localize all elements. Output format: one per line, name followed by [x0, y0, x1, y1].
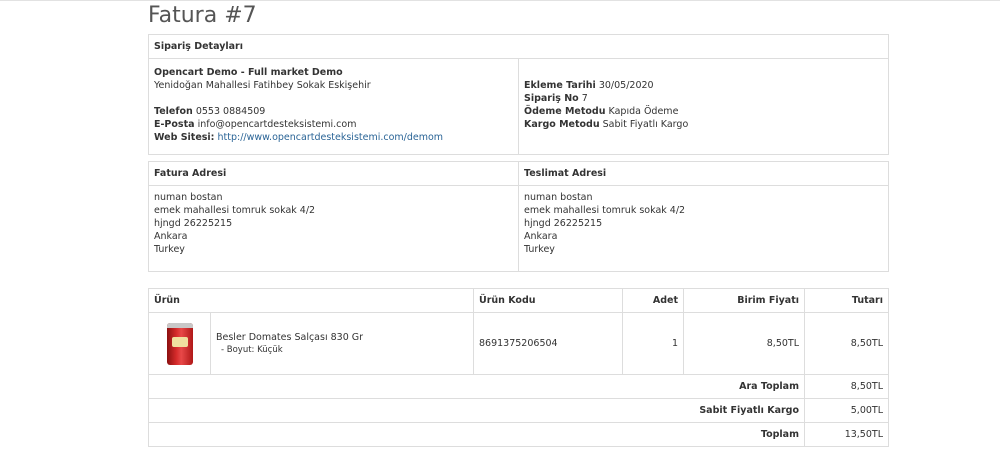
order-details-heading: Sipariş Detayları [147, 34, 890, 59]
payment-address-line: hjngd 26225215 [154, 218, 233, 229]
payment-address-cell: numan bostan emek mahallesi tomruk sokak… [148, 185, 519, 272]
product-option: - Boyut: Küçük [221, 344, 283, 355]
email-label: E-Posta [154, 119, 195, 130]
order-meta-cell: Ekleme Tarihi 30/05/2020 Sipariş No 7 Öd… [517, 58, 890, 155]
payment-address-line: emek mahallesi tomruk sokak 4/2 [154, 205, 316, 216]
date-added-label: Ekleme Tarihi [524, 80, 596, 91]
product-thumbnail-cell [148, 312, 211, 375]
totals-row-grand-total: Toplam 13,50TL [148, 422, 889, 447]
unit-price-column-header: Birim Fiyatı [683, 288, 805, 313]
top-divider [0, 0, 1000, 1]
product-model: 8691375206504 [473, 312, 623, 375]
shipping-cost-value: 5,00TL [804, 398, 889, 423]
grand-total-value: 13,50TL [804, 422, 889, 447]
store-name: Opencart Demo - Full market Demo [154, 67, 343, 78]
quantity-column-header: Adet [622, 288, 684, 313]
website-link[interactable]: http://www.opencartdesteksistemi.com/dem… [218, 132, 444, 143]
order-details-table: Sipariş Detayları Opencart Demo - Full m… [147, 34, 890, 155]
shipping-address-line: emek mahallesi tomruk sokak 4/2 [524, 205, 686, 216]
grand-total-label: Toplam [760, 429, 799, 440]
subtotal-label: Ara Toplam [739, 381, 799, 392]
phone-label: Telefon [154, 106, 193, 117]
shipping-address-line: Ankara [524, 231, 558, 242]
shipping-address-cell: numan bostan emek mahallesi tomruk sokak… [518, 185, 889, 272]
shipping-address-line: Turkey [524, 244, 555, 255]
payment-address-line: numan bostan [154, 192, 223, 203]
shipping-cost-label: Sabit Fiyatlı Kargo [699, 405, 799, 416]
address-table: Fatura Adresi Teslimat Adresi numan bost… [148, 161, 889, 272]
payment-address-heading: Fatura Adresi [148, 161, 519, 186]
model-column-header: Ürün Kodu [473, 288, 623, 313]
page-title: Fatura #7 [148, 3, 257, 28]
payment-address-line: Turkey [154, 244, 185, 255]
shipping-address-heading: Teslimat Adresi [518, 161, 889, 186]
product-unit-price: 8,50TL [683, 312, 805, 375]
subtotal-value: 8,50TL [804, 374, 889, 399]
product-name: Besler Domates Salçası 830 Gr [216, 331, 364, 343]
website-label: Web Sitesi: [154, 132, 215, 143]
shipping-method-label: Kargo Metodu [524, 119, 600, 130]
date-added-value: 30/05/2020 [598, 80, 654, 91]
product-name-cell: Besler Domates Salçası 830 Gr - Boyut: K… [210, 312, 474, 375]
product-quantity: 1 [622, 312, 684, 375]
payment-address-line: Ankara [154, 231, 188, 242]
total-column-header: Tutarı [804, 288, 889, 313]
shipping-method-value: Sabit Fiyatlı Kargo [602, 119, 689, 130]
email-value: info@opencartdesteksistemi.com [197, 119, 357, 130]
order-no-value: 7 [581, 93, 588, 104]
shipping-address-line: hjngd 26225215 [524, 218, 603, 229]
store-info-cell: Opencart Demo - Full market Demo Yenidoğ… [148, 58, 519, 155]
order-no-label: Sipariş No [524, 93, 579, 104]
payment-method-value: Kapıda Ödeme [608, 106, 679, 117]
phone-value: 0553 0884509 [195, 106, 266, 117]
totals-row-shipping: Sabit Fiyatlı Kargo 5,00TL [148, 398, 889, 423]
payment-method-label: Ödeme Metodu [524, 106, 606, 117]
product-total: 8,50TL [804, 312, 889, 375]
products-table: Ürün Ürün Kodu Adet Birim Fiyatı Tutarı … [148, 288, 889, 447]
store-address: Yenidoğan Mahallesi Fatihbey Sokak Eskiş… [154, 80, 371, 91]
product-thumbnail [166, 322, 193, 365]
table-row: Besler Domates Salçası 830 Gr - Boyut: K… [148, 312, 889, 375]
totals-row-subtotal: Ara Toplam 8,50TL [148, 374, 889, 399]
product-column-header: Ürün [148, 288, 474, 313]
shipping-address-line: numan bostan [524, 192, 593, 203]
